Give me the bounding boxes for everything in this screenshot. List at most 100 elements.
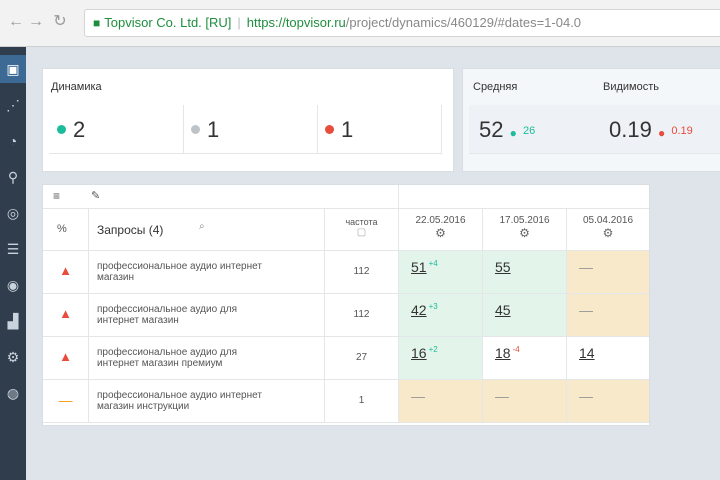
menu-icon[interactable]: ≡ [53,189,60,203]
down-icon: ● [657,126,666,140]
freq-header[interactable]: частота ▢ [325,209,399,251]
position-value: — [411,388,425,404]
position-cell[interactable]: 18 -4 [483,337,567,380]
warning-icon: ▲ [59,306,72,321]
position-value: 16 [411,345,427,361]
visibility-title: Видимость [603,81,659,93]
position-delta: +3 [428,302,438,311]
edit-icon[interactable]: ✎ [91,189,100,202]
position-delta: +4 [428,259,438,268]
date-header-3[interactable]: 05.04.2016 ⚙ [567,209,649,251]
address-bar[interactable]: ■ Topvisor Co. Ltd. [RU] | https://topvisor… [84,9,720,37]
metric-visibility[interactable]: 0.19 ● 0.19 [599,105,720,154]
row-status: ▲ [43,337,89,380]
share-icon[interactable]: ⋰ [0,91,26,119]
row-status: ▲ [43,251,89,294]
freq-value: 1 [358,395,365,406]
gear-icon[interactable]: ⚙ [483,226,566,240]
pie-icon[interactable]: ◔ [0,127,26,155]
target-icon[interactable]: ◎ [0,199,26,227]
position-value: 14 [579,345,595,361]
down-icon [325,125,334,134]
metric-down[interactable]: 1 [317,105,442,154]
search-icon[interactable]: ⌕ [199,221,205,232]
dynamics-title: Динамика [51,81,102,93]
date-2-label: 17.05.2016 [499,215,550,226]
metric-average[interactable]: 52 ● 26 [469,105,600,154]
position-cell[interactable]: — [483,380,567,423]
freq-cell: 27 [325,337,399,380]
gear-icon[interactable]: ⚙ [399,226,482,240]
position-cell[interactable]: — [567,251,649,294]
query-header-label: Запросы (4) [97,223,164,237]
position-cell[interactable]: — [399,380,483,423]
check-header[interactable]: % [43,209,89,251]
position-cell[interactable]: 55 [483,251,567,294]
position-cell[interactable]: — [567,380,649,423]
position-value: — [579,302,593,318]
table-row-query[interactable]: профессиональное аудио для интернет мага… [89,294,325,337]
query-text: профессиональное аудио для интернет мага… [97,347,237,369]
settings-icon[interactable]: ⚙ [0,343,26,371]
browser-toolbar: ← → ↻ ■ Topvisor Co. Ltd. [RU] | https://to… [0,0,720,47]
position-value: 42 [411,302,427,318]
position-delta: -4 [512,345,520,354]
position-cell[interactable]: 45 [483,294,567,337]
row-status: — [43,380,89,423]
search-icon[interactable]: ⚲ [0,163,26,191]
chart-icon[interactable]: ▟ [0,307,26,335]
table-row-query[interactable]: профессиональное аудио интернет магазин … [89,380,325,423]
position-cell[interactable]: 42 +3 [399,294,483,337]
position-cell[interactable]: 16 +2 [399,337,483,380]
freq-cell: 112 [325,294,399,337]
position-cell[interactable]: — [567,294,649,337]
position-value: — [495,388,509,404]
dashboard-icon[interactable]: ▣ [0,55,26,83]
position-value: — [579,259,593,275]
metric-up[interactable]: 2 [49,105,184,154]
position-value: 45 [495,302,511,318]
position-cell[interactable]: 51 +4 [399,251,483,294]
gear-icon[interactable]: ⚙ [567,226,649,240]
position-value: 51 [411,259,427,275]
check-header-label: % [57,223,67,235]
visibility-delta: 0.19 [671,125,693,138]
warning-icon: ▲ [59,263,72,278]
back-icon[interactable]: ← [6,12,26,32]
date-header-2[interactable]: 17.05.2016 ⚙ [483,209,567,251]
forward-icon[interactable]: → [26,12,46,32]
table-row-query[interactable]: профессиональное аудио для интернет мага… [89,337,325,380]
position-value: 55 [495,259,511,275]
freq-value: 112 [353,309,370,320]
date-1-label: 22.05.2016 [415,215,466,226]
lock-icon: ■ [93,16,101,30]
freq-header-label: частота [345,217,378,227]
freq-cell: 112 [325,251,399,294]
metric-same-value: 1 [207,117,220,142]
position-value: 18 [495,345,511,361]
list-icon[interactable]: ☰ [0,235,26,263]
reload-icon[interactable]: ↻ [50,12,70,32]
metric-down-value: 1 [341,117,354,142]
table-toolbar: ≡ ✎ [43,185,399,209]
warning-icon: ▲ [59,349,72,364]
position-cell[interactable]: 14 [567,337,649,380]
date-header-1[interactable]: 22.05.2016 ⚙ [399,209,483,251]
settings-icon[interactable]: ▢ [325,227,398,238]
freq-value: 112 [353,266,370,277]
positions-table: ≡ ✎ % Запросы (4) ⌕ частота ▢ 22.05.2016… [42,184,650,426]
average-title: Средняя [473,81,518,93]
dates-header-top [399,185,649,209]
table-row-query[interactable]: профессиональное аудио интернет магазин [89,251,325,294]
average-delta: 26 [522,125,536,138]
position-delta: +2 [428,345,438,354]
visibility-value: 0.19 [609,117,652,142]
metric-same[interactable]: 1 [183,105,318,154]
dynamics-card: Динамика 2 1 1 [42,68,454,172]
query-header[interactable]: Запросы (4) ⌕ [89,209,325,251]
average-card: Средняя Видимость 52 ● 26 0.19 ● 0.19 [462,68,720,172]
more-icon[interactable]: ◍ [0,379,26,407]
average-value: 52 [479,117,504,142]
freq-cell: 1 [325,380,399,423]
eye-icon[interactable]: ◉ [0,271,26,299]
